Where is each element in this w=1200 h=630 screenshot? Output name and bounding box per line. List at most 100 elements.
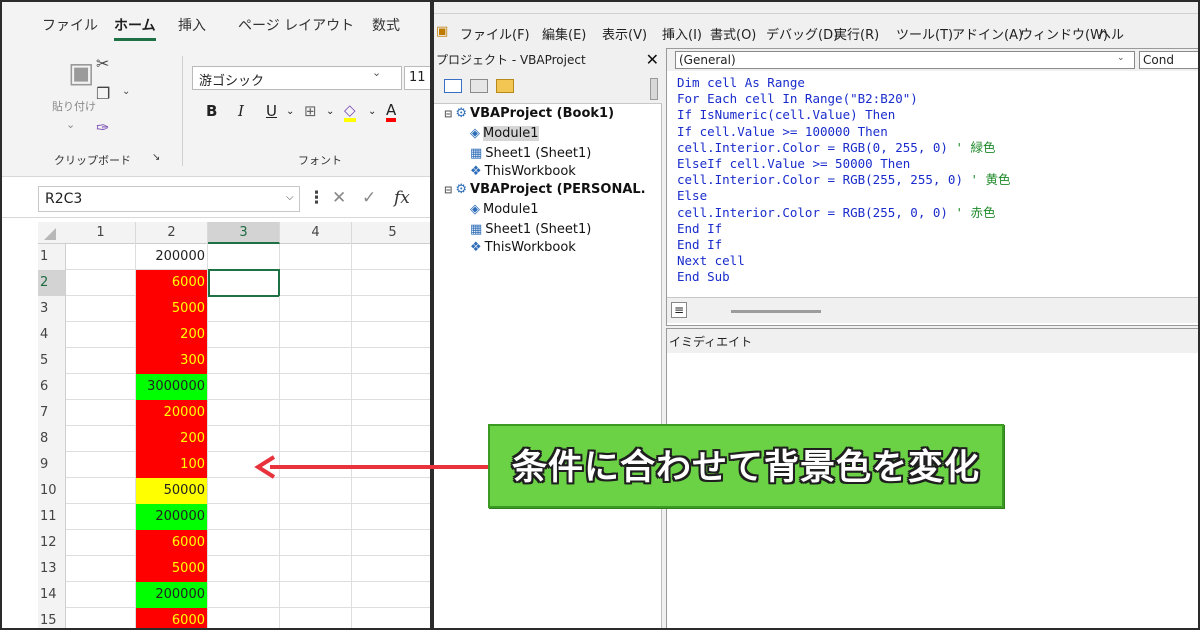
cell[interactable] — [280, 322, 352, 348]
code-line[interactable]: End Sub — [677, 269, 1197, 285]
cell[interactable] — [280, 426, 352, 452]
menu-item[interactable]: ファイル(F) — [460, 24, 530, 43]
code-line[interactable]: ElseIf cell.Value >= 50000 Then — [677, 156, 1197, 172]
menu-item[interactable]: ヘル — [1098, 24, 1124, 43]
cell[interactable] — [352, 556, 434, 582]
paste-dropdown-icon[interactable]: ⌄ — [66, 118, 75, 131]
tree-node[interactable]: ▦ Sheet1 (Sheet1) — [470, 222, 591, 237]
cell[interactable] — [352, 504, 434, 530]
cell[interactable] — [280, 582, 352, 608]
font-dropdown-icon[interactable]: ⌄ — [372, 66, 381, 79]
cell[interactable] — [208, 244, 280, 270]
value-cell[interactable]: 6000 — [136, 608, 208, 628]
row-header[interactable]: 10 — [38, 478, 66, 504]
tab-page-layout[interactable]: ページ レイアウト — [238, 15, 354, 35]
row-header[interactable]: 8 — [38, 426, 66, 452]
column-header[interactable]: 4 — [280, 222, 352, 244]
name-box-dropdown-icon[interactable]: ⌵ — [286, 192, 294, 203]
code-line[interactable]: Else — [677, 188, 1197, 204]
row-header[interactable]: 12 — [38, 530, 66, 556]
row-header[interactable]: 2 — [38, 270, 66, 296]
cancel-icon[interactable]: ✕ — [332, 188, 346, 208]
cell[interactable] — [352, 322, 434, 348]
scrollbar[interactable] — [650, 78, 658, 100]
copy-icon[interactable]: ❐ — [96, 84, 110, 103]
value-cell[interactable]: 5000 — [136, 556, 208, 582]
cell[interactable] — [280, 556, 352, 582]
cell[interactable] — [352, 582, 434, 608]
cell[interactable] — [208, 608, 280, 628]
collapse-icon[interactable]: ⊟ — [444, 185, 452, 196]
code-editor[interactable]: Dim cell As Range For Each cell In Range(… — [677, 75, 1197, 286]
cell[interactable] — [66, 322, 136, 348]
value-cell[interactable]: 3000000 — [136, 374, 208, 400]
value-cell[interactable]: 200 — [136, 426, 208, 452]
copy-dropdown-icon[interactable]: ⌄ — [122, 86, 130, 97]
italic-button[interactable]: I — [238, 102, 244, 120]
row-header[interactable]: 4 — [38, 322, 66, 348]
code-line[interactable]: If IsNumeric(cell.Value) Then — [677, 107, 1197, 123]
column-header[interactable]: 1 — [66, 222, 136, 244]
value-cell[interactable]: 200000 — [136, 504, 208, 530]
value-cell[interactable]: 200000 — [136, 244, 208, 270]
object-dropdown[interactable]: (General) — [675, 51, 1135, 69]
value-cell[interactable]: 50000 — [136, 478, 208, 504]
cell[interactable] — [280, 296, 352, 322]
horizontal-scrollbar[interactable] — [731, 310, 821, 313]
code-line[interactable]: End If — [677, 221, 1197, 237]
cell[interactable] — [66, 270, 136, 296]
value-cell[interactable]: 6000 — [136, 530, 208, 556]
format-painter-icon[interactable]: ✑ — [96, 118, 109, 137]
cell[interactable] — [66, 374, 136, 400]
cell[interactable] — [352, 530, 434, 556]
cell[interactable] — [208, 426, 280, 452]
menu-item[interactable]: 表示(V) — [602, 24, 647, 43]
column-header[interactable]: 5 — [352, 222, 434, 244]
cell[interactable] — [66, 452, 136, 478]
code-line[interactable]: Next cell — [677, 253, 1197, 269]
cell[interactable] — [280, 608, 352, 628]
cell[interactable] — [208, 530, 280, 556]
border-icon[interactable]: ⊞ — [304, 102, 317, 120]
tab-file[interactable]: ファイル — [42, 15, 98, 35]
code-line[interactable]: End If — [677, 237, 1197, 253]
cell[interactable] — [208, 582, 280, 608]
tree-node[interactable]: ❖ ThisWorkbook — [470, 240, 576, 255]
cell[interactable] — [280, 530, 352, 556]
toggle-folders-icon[interactable] — [496, 79, 514, 93]
cell[interactable] — [66, 556, 136, 582]
value-cell[interactable]: 200 — [136, 322, 208, 348]
select-all-icon[interactable] — [44, 228, 56, 240]
cell[interactable] — [66, 400, 136, 426]
worksheet-grid[interactable]: 1 2 3 4 5 1 200000 2 6000 3 5000 4 200 5 300 6 3000… — [38, 222, 434, 628]
tree-node[interactable]: ▦ Sheet1 (Sheet1) — [470, 146, 591, 161]
cell[interactable] — [352, 426, 434, 452]
menu-item[interactable]: 挿入(I) — [662, 24, 702, 43]
menu-item[interactable]: ウィンドウ(W) — [1020, 24, 1108, 43]
fill-color-icon[interactable]: ◇ — [344, 102, 356, 122]
column-header[interactable]: 2 — [136, 222, 208, 244]
code-line[interactable]: cell.Interior.Color = RGB(255, 0, 0) ' 赤… — [677, 205, 1197, 221]
cell[interactable] — [352, 348, 434, 374]
row-header[interactable]: 14 — [38, 582, 66, 608]
procedure-dropdown[interactable]: Cond — [1139, 51, 1198, 69]
paste-icon[interactable]: ▣ — [68, 56, 94, 89]
row-header[interactable]: 13 — [38, 556, 66, 582]
cell[interactable] — [66, 530, 136, 556]
enter-icon[interactable]: ✓ — [362, 188, 376, 208]
menu-item[interactable]: アドイン(A) — [952, 24, 1023, 43]
value-cell[interactable]: 200000 — [136, 582, 208, 608]
cell[interactable] — [66, 348, 136, 374]
column-header-selected[interactable]: 3 — [208, 222, 280, 244]
menu-item[interactable]: 実行(R) — [834, 24, 879, 43]
cell[interactable] — [280, 244, 352, 270]
cut-icon[interactable]: ✂ — [96, 54, 109, 73]
cell[interactable] — [352, 478, 434, 504]
row-header[interactable]: 15 — [38, 608, 66, 628]
tree-node[interactable]: ◈ Module1 — [470, 202, 539, 217]
fill-dropdown-icon[interactable]: ⌄ — [368, 106, 376, 117]
cell[interactable] — [352, 374, 434, 400]
cell[interactable] — [66, 608, 136, 628]
paste-label[interactable]: 貼り付け — [52, 98, 96, 114]
cell[interactable] — [208, 374, 280, 400]
